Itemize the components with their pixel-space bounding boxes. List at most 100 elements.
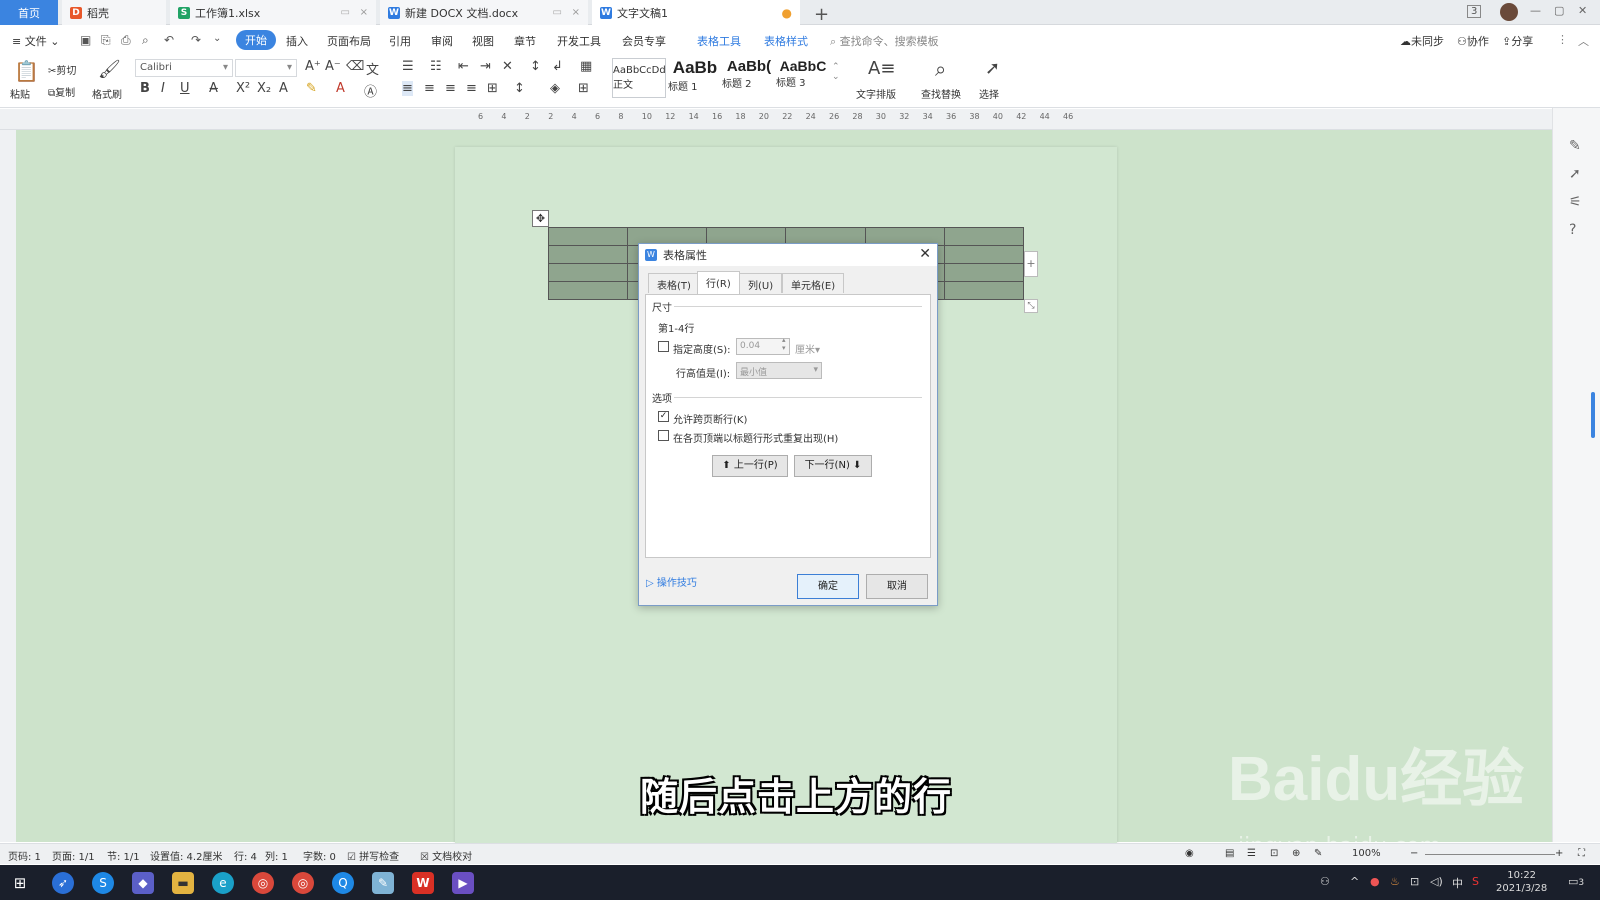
- repeat-header-checkbox[interactable]: [658, 430, 669, 441]
- wps-icon[interactable]: W: [412, 872, 434, 894]
- table-cell[interactable]: [547, 227, 629, 246]
- menu-chapter[interactable]: 章节: [514, 33, 536, 49]
- tab-row[interactable]: 行(R): [697, 271, 740, 294]
- new-tab-button[interactable]: +: [806, 2, 837, 27]
- status-col[interactable]: 列: 1: [265, 848, 288, 863]
- table-cell[interactable]: [547, 281, 629, 300]
- next-row-button[interactable]: 下一行(N) ⬇: [794, 455, 872, 477]
- page-view-icon[interactable]: ▤: [1225, 848, 1234, 859]
- style-heading-3[interactable]: AaBbC 标题 3: [776, 58, 830, 98]
- format-painter-button[interactable]: 格式刷: [92, 86, 122, 101]
- table-cell[interactable]: [943, 263, 1025, 282]
- prev-row-button[interactable]: ⬆ 上一行(P): [712, 455, 788, 477]
- tray-volume-icon[interactable]: ◁): [1430, 875, 1443, 888]
- paste-icon[interactable]: 📋: [14, 59, 39, 83]
- clock[interactable]: 10:22 2021/3/28: [1496, 869, 1547, 895]
- borders-icon[interactable]: ⊞: [578, 81, 589, 96]
- table-resize-handle-icon[interactable]: ⤡: [1024, 299, 1038, 313]
- zoom-slider[interactable]: [1425, 854, 1555, 855]
- customize-toolbar-icon[interactable]: ⌄: [213, 33, 221, 44]
- more-menu-icon[interactable]: ⋮: [1557, 33, 1568, 46]
- notepad-icon[interactable]: ✎: [372, 872, 394, 894]
- bullet-list-icon[interactable]: ☰: [402, 59, 414, 74]
- tray-sogou-icon[interactable]: S: [1472, 875, 1479, 888]
- tab-docx[interactable]: W 新建 DOCX 文档.docx ▭ ×: [380, 0, 588, 25]
- menu-table-style[interactable]: 表格样式: [764, 33, 808, 49]
- close-window-button[interactable]: ✕: [1578, 4, 1587, 17]
- zoom-level[interactable]: 100%: [1352, 848, 1381, 859]
- strikethrough-icon[interactable]: A̶: [209, 81, 218, 96]
- close-tab-icon[interactable]: ×: [572, 7, 580, 18]
- status-setting[interactable]: 设置值: 4.2厘米: [150, 848, 222, 863]
- superscript-icon[interactable]: X²: [236, 81, 250, 96]
- allow-break-checkbox[interactable]: ✓: [658, 411, 669, 422]
- outline-view-icon[interactable]: ☰: [1247, 848, 1256, 859]
- scroll-indicator[interactable]: [1591, 392, 1595, 438]
- tab-active-document[interactable]: W 文字文稿1 ●: [592, 0, 800, 25]
- print-preview-icon[interactable]: ⌕: [142, 33, 149, 48]
- select-button[interactable]: 选择: [979, 86, 999, 101]
- menu-start[interactable]: 开始: [236, 30, 276, 50]
- status-words[interactable]: 字数: 0: [303, 848, 336, 863]
- height-stepper-icon[interactable]: ▴ ▾: [782, 336, 786, 352]
- bold-icon[interactable]: B: [140, 81, 150, 96]
- menu-insert[interactable]: 插入: [286, 33, 308, 49]
- notification-center[interactable]: ▭3: [1568, 875, 1584, 888]
- edge-icon[interactable]: e: [212, 872, 234, 894]
- status-section[interactable]: 节: 1/1: [107, 848, 140, 863]
- browser-q-icon[interactable]: Q: [332, 872, 354, 894]
- font-size-select[interactable]: ▾: [235, 59, 297, 77]
- menu-view[interactable]: 视图: [472, 33, 494, 49]
- export-icon[interactable]: ⎘: [101, 33, 111, 48]
- text-layout-icon[interactable]: A≡: [868, 58, 895, 79]
- menu-page-layout[interactable]: 页面布局: [327, 33, 371, 49]
- menu-references[interactable]: 引用: [389, 33, 411, 49]
- pen-icon[interactable]: ✎: [1569, 138, 1581, 154]
- horizontal-ruler[interactable]: 6 4 2 2 4 6 8 10 12 14 16 18 20 22 24 26 28 30 32 34 36 38 40 4…: [0, 109, 1600, 130]
- redo-icon[interactable]: ↷: [191, 33, 201, 47]
- tray-app-icon[interactable]: ●: [1370, 875, 1380, 888]
- window-count-badge[interactable]: 3: [1467, 5, 1482, 18]
- font-color-icon[interactable]: A: [336, 81, 345, 96]
- paste-button[interactable]: 粘贴: [10, 86, 30, 101]
- numbered-list-icon[interactable]: ☷: [430, 59, 442, 74]
- tray-chevron-up-icon[interactable]: ^: [1350, 875, 1359, 888]
- cut-button[interactable]: ✂剪切: [48, 62, 76, 77]
- share-button[interactable]: ⇪分享: [1502, 33, 1533, 49]
- dialog-close-icon[interactable]: ✕: [919, 246, 931, 262]
- tab-cell[interactable]: 单元格(E): [782, 273, 845, 293]
- clear-format-icon[interactable]: ⌫: [346, 59, 364, 74]
- doc-proof-toggle[interactable]: ☒ 文档校对: [420, 848, 472, 863]
- cancel-button[interactable]: 取消: [866, 574, 928, 599]
- styles-scroll-icon[interactable]: ⌃ ⌄: [832, 62, 840, 82]
- ok-button[interactable]: 确定: [797, 574, 859, 599]
- table-cell[interactable]: [547, 263, 629, 282]
- windows-start-icon[interactable]: ⊞: [9, 872, 31, 894]
- globe-icon[interactable]: ⊕: [1292, 848, 1300, 859]
- select-cursor-icon[interactable]: ➚: [985, 58, 1000, 79]
- print-icon[interactable]: ⎙: [121, 33, 131, 48]
- zoom-in-icon[interactable]: +: [1555, 848, 1563, 859]
- phonetic-icon[interactable]: 文: [366, 59, 379, 78]
- undo-icon[interactable]: ↶: [164, 33, 174, 47]
- tab-table[interactable]: 表格(T): [648, 273, 700, 293]
- copy-button[interactable]: ⧉复制: [48, 84, 75, 99]
- text-effect-icon[interactable]: A: [279, 81, 288, 96]
- justify-icon[interactable]: ≡: [466, 81, 477, 96]
- shrink-font-icon[interactable]: A⁻: [325, 59, 341, 74]
- app-cube-icon[interactable]: ◆: [132, 872, 154, 894]
- help-icon[interactable]: ?: [1569, 222, 1576, 238]
- table-cell[interactable]: [943, 281, 1025, 300]
- find-replace-icon[interactable]: ⌕: [935, 57, 946, 81]
- media-player-icon[interactable]: ▶: [452, 872, 474, 894]
- tray-user-icon[interactable]: ⚇: [1320, 875, 1330, 888]
- italic-icon[interactable]: I: [161, 81, 165, 96]
- shading-icon[interactable]: ◈: [550, 81, 560, 96]
- grow-font-icon[interactable]: A⁺: [305, 59, 321, 74]
- height-unit[interactable]: 厘米▾: [795, 341, 820, 356]
- spell-check-toggle[interactable]: ☑ 拼写检查: [347, 848, 399, 863]
- collab-button[interactable]: ⚇协作: [1457, 33, 1489, 49]
- command-search[interactable]: ⌕ 查找命令、搜索模板: [830, 33, 939, 49]
- table-cell[interactable]: [943, 245, 1025, 264]
- avatar[interactable]: [1500, 3, 1518, 21]
